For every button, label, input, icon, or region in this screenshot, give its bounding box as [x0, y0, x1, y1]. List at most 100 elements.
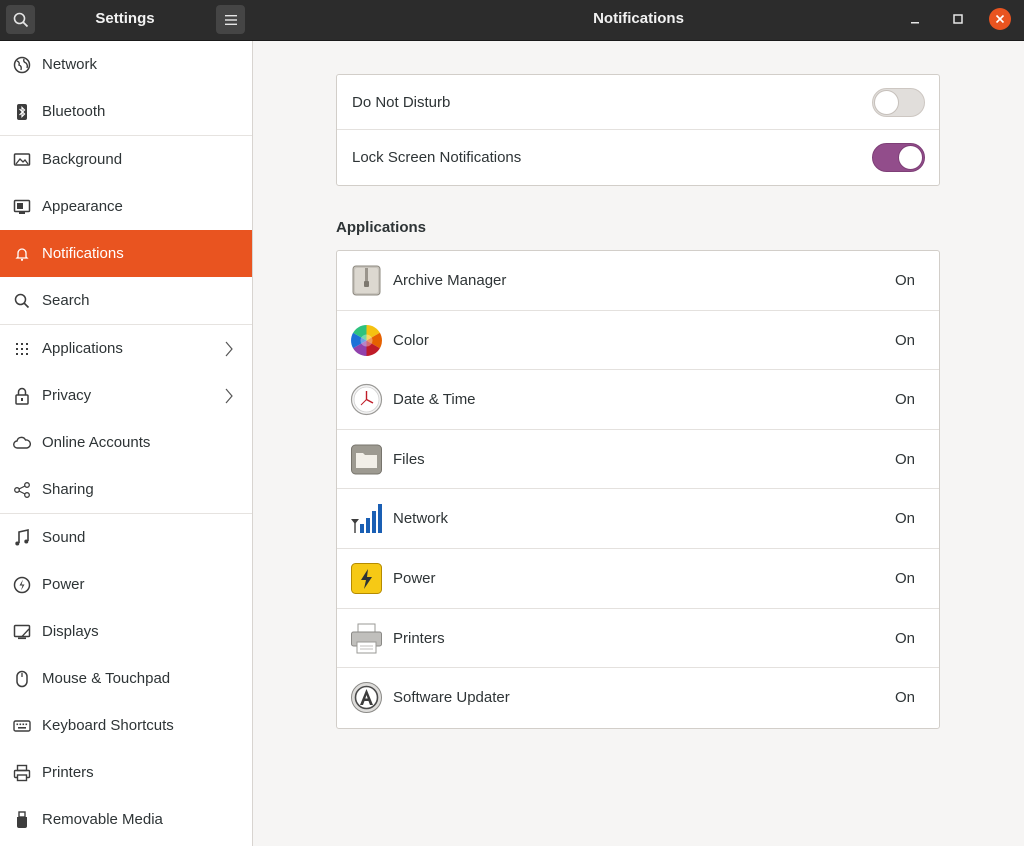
app-notification-state: On: [894, 391, 915, 409]
sidebar-item-label: Search: [42, 292, 90, 309]
mouse-icon: [12, 669, 32, 689]
app-name: Network: [393, 510, 449, 528]
sidebar-item-label: Bluetooth: [42, 103, 106, 120]
app-row-archive-manager[interactable]: Archive Manager On: [337, 251, 939, 311]
close-icon: [995, 14, 1005, 24]
sidebar-item-label: Mouse & Touchpad: [42, 670, 171, 687]
app-row-printers[interactable]: Printers On: [337, 609, 939, 669]
sidebar-item-bluetooth[interactable]: Bluetooth: [0, 88, 252, 135]
archive-manager-icon: [352, 265, 381, 296]
sidebar-title: Settings: [95, 10, 155, 27]
sidebar-item-search[interactable]: Search: [0, 277, 252, 324]
sidebar-item-displays[interactable]: Displays: [0, 608, 252, 655]
color-wheel-icon: [351, 324, 382, 356]
sidebar-item-keyboard-shortcuts[interactable]: Keyboard Shortcuts: [0, 702, 252, 749]
display-icon: [12, 622, 32, 642]
app-notification-state: On: [894, 629, 915, 647]
app-row-date-time[interactable]: Date & Time On: [337, 370, 939, 430]
printer-icon: [12, 763, 32, 783]
clock-icon: [350, 384, 383, 416]
sidebar-item-online-accounts[interactable]: Online Accounts: [0, 419, 252, 466]
app-notification-state: On: [894, 689, 915, 707]
global-settings-list: Do Not Disturb Lock Screen Notifications: [336, 74, 940, 186]
bell-icon: [12, 244, 32, 264]
music-note-icon: [12, 528, 32, 548]
do-not-disturb-switch[interactable]: [872, 88, 925, 117]
lock-icon: [12, 386, 32, 406]
search-button[interactable]: [6, 5, 35, 34]
lock-screen-notifications-switch[interactable]: [872, 143, 925, 172]
sidebar-item-mouse-touchpad[interactable]: Mouse & Touchpad: [0, 655, 252, 702]
app-name: Date & Time: [393, 391, 476, 409]
sidebar-item-label: Printers: [42, 764, 94, 781]
app-notification-state: On: [894, 510, 915, 528]
applications-heading: Applications: [336, 219, 427, 236]
app-row-power[interactable]: Power On: [337, 549, 939, 609]
switch-knob: [874, 90, 899, 115]
do-not-disturb-row[interactable]: Do Not Disturb: [337, 75, 939, 130]
sidebar-item-privacy[interactable]: Privacy: [0, 372, 252, 419]
app-row-files[interactable]: Files On: [337, 430, 939, 490]
lock-screen-notifications-row[interactable]: Lock Screen Notifications: [337, 130, 939, 185]
printer-app-icon: [351, 623, 382, 654]
app-name: Files: [393, 450, 425, 468]
minimize-button[interactable]: [904, 8, 926, 30]
app-notification-state: On: [894, 569, 915, 587]
sidebar-item-removable-media[interactable]: Removable Media: [0, 796, 252, 843]
do-not-disturb-label: Do Not Disturb: [352, 93, 451, 111]
sidebar-item-label: Online Accounts: [42, 434, 151, 451]
sidebar-item-label: Network: [42, 56, 98, 73]
app-notification-state: On: [894, 450, 915, 468]
lock-screen-notifications-label: Lock Screen Notifications: [352, 149, 522, 166]
cloud-icon: [12, 433, 32, 453]
sidebar-item-label: Keyboard Shortcuts: [42, 717, 174, 734]
sidebar-item-appearance[interactable]: Appearance: [0, 183, 252, 230]
sidebar-item-label: Appearance: [42, 198, 123, 215]
search-icon: [13, 12, 28, 27]
chevron-right-icon: [225, 341, 233, 357]
notifications-panel: Do Not Disturb Lock Screen Notifications…: [253, 41, 1024, 846]
appearance-icon: [12, 197, 32, 217]
search-icon: [12, 291, 32, 311]
keyboard-icon: [12, 716, 32, 736]
sidebar-item-label: Notifications: [42, 245, 124, 262]
app-row-network[interactable]: Network On: [337, 489, 939, 549]
sidebar-item-background[interactable]: Background: [0, 136, 252, 183]
minimize-icon: [911, 22, 919, 24]
sidebar-item-label: Applications: [42, 340, 123, 357]
sidebar-item-sharing[interactable]: Sharing: [0, 466, 252, 513]
close-button[interactable]: [989, 8, 1011, 30]
maximize-button[interactable]: [947, 8, 969, 30]
app-name: Printers: [393, 629, 445, 647]
maximize-icon: [953, 14, 963, 24]
sidebar-item-label: Background: [42, 151, 123, 168]
grid-icon: [12, 339, 32, 359]
sidebar-item-label: Sound: [42, 529, 86, 546]
share-icon: [12, 480, 32, 500]
sidebar-item-label: Displays: [42, 623, 99, 640]
switch-knob: [898, 145, 923, 170]
background-icon: [12, 150, 32, 170]
menu-button[interactable]: [216, 5, 245, 34]
sidebar-item-notifications[interactable]: Notifications: [0, 230, 252, 277]
sidebar-item-printers[interactable]: Printers: [0, 749, 252, 796]
header-bar: Settings Notifications: [0, 0, 1024, 41]
sidebar-item-applications[interactable]: Applications: [0, 325, 252, 372]
bluetooth-icon: [12, 102, 32, 122]
software-updater-icon: [351, 682, 382, 714]
hamburger-icon: [224, 14, 237, 25]
usb-drive-icon: [12, 810, 32, 830]
app-name: Power: [393, 569, 436, 587]
sidebar-item-network[interactable]: Network: [0, 41, 252, 88]
sidebar-item-label: Sharing: [42, 481, 94, 498]
network-globe-icon: [12, 55, 32, 75]
app-name: Software Updater: [393, 689, 510, 707]
sidebar-item-label: Power: [42, 576, 85, 593]
app-row-color[interactable]: Color On: [337, 311, 939, 371]
sidebar-item-power[interactable]: Power: [0, 561, 252, 608]
sidebar-item-sound[interactable]: Sound: [0, 514, 252, 561]
applications-list: Archive Manager On Color On Date & Time …: [336, 250, 940, 729]
chevron-right-icon: [225, 388, 233, 404]
app-row-software-updater[interactable]: Software Updater On: [337, 668, 939, 728]
sidebar-item-label: Privacy: [42, 387, 92, 404]
